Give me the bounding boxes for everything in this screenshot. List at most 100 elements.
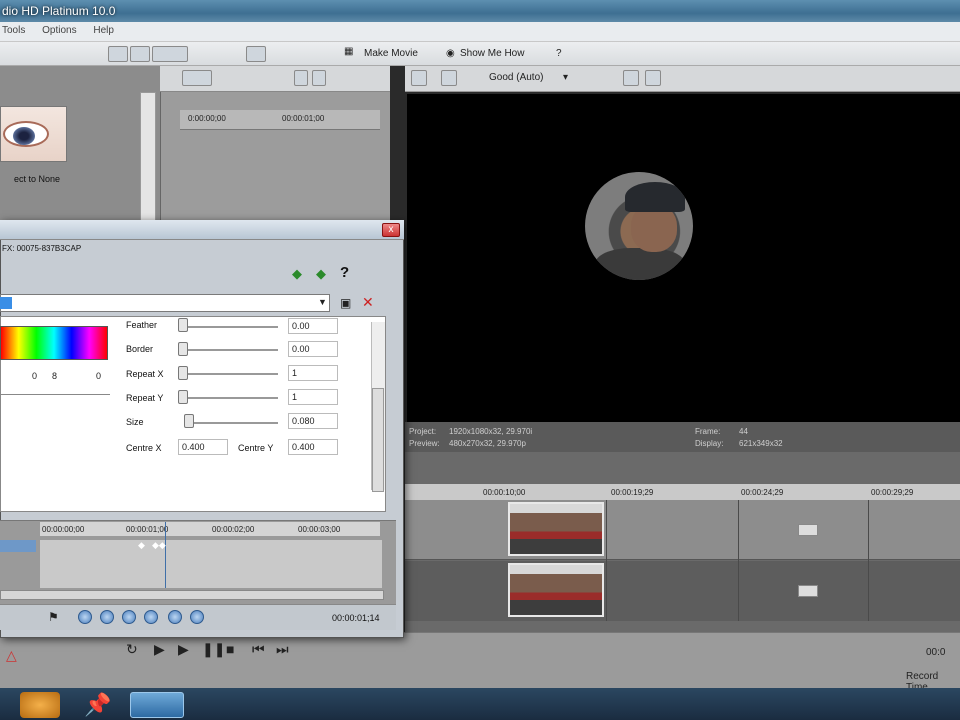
next-keyframe-icon[interactable] (122, 610, 136, 624)
centre-y-value[interactable]: 0.400 (288, 439, 338, 455)
make-movie-icon[interactable]: ▦ (344, 46, 356, 62)
border-value[interactable]: 0.00 (288, 341, 338, 357)
keyframe-track[interactable] (40, 540, 382, 588)
previous-icon[interactable]: ⏮ (252, 641, 265, 658)
delete-keyframe-icon[interactable] (190, 610, 204, 624)
feather-slider-thumb[interactable] (178, 318, 188, 332)
play-from-start-icon[interactable]: ▶ (178, 641, 189, 658)
prev-keyframe-icon[interactable] (100, 610, 114, 624)
show-me-how-icon[interactable]: ◉ (446, 48, 455, 59)
repeat-y-slider[interactable] (184, 397, 278, 399)
color-value-b: 0 (96, 371, 102, 381)
main-toolbar: ▦ Make Movie ◉ Show Me How ? (0, 42, 960, 66)
dialog-help-icon[interactable]: ? (340, 264, 349, 281)
preview-label: Preview: (409, 439, 440, 448)
first-keyframe-icon[interactable] (78, 610, 92, 624)
chevron-down-icon[interactable]: ▾ (563, 72, 568, 83)
window-title: dio HD Platinum 10.0 (2, 4, 116, 18)
keyframe-diamond-icon[interactable]: ◆◆ (152, 540, 166, 551)
preview-toolbar: Good (Auto) ▾ (405, 66, 960, 92)
centre-x-value[interactable]: 0.400 (178, 439, 228, 455)
close-icon[interactable]: x (382, 223, 400, 237)
video-clip[interactable] (508, 563, 604, 617)
color-value-r: 0 (32, 371, 38, 381)
make-movie-button[interactable]: Make Movie (364, 48, 418, 59)
select-tool-icon[interactable] (246, 46, 266, 62)
keyframe-ruler[interactable]: 00:00:00;00 00:00:01;00 00:00:02;00 00:0… (40, 522, 380, 536)
fx-chain-icon[interactable]: ◆ (292, 266, 302, 282)
sync-cursor-icon[interactable]: ⚑ (48, 610, 59, 624)
repeat-x-value[interactable]: 1 (288, 365, 338, 381)
project-label: Project: (409, 427, 437, 436)
timeline-tick-0: 00:00:10;00 (483, 488, 526, 497)
play-icon[interactable]: ▶ (154, 641, 165, 658)
delete-preset-icon[interactable]: ✕ (362, 294, 374, 311)
chevron-down-icon[interactable]: ▼ (318, 297, 327, 307)
size-slider-thumb[interactable] (184, 414, 194, 428)
properties-scrollbar-thumb[interactable] (372, 388, 384, 492)
video-clip[interactable] (508, 502, 604, 556)
save-icon[interactable] (294, 70, 308, 86)
media-thumbnail[interactable] (0, 106, 67, 162)
media-icon[interactable] (130, 46, 150, 62)
menu-tools[interactable]: Tools (2, 25, 25, 36)
video-track-1[interactable] (405, 500, 960, 560)
active-window-icon[interactable] (130, 692, 184, 718)
trimmer-ruler[interactable]: 0:00:00;00 00:00:01;00 (180, 110, 380, 130)
border-slider-thumb[interactable] (178, 342, 188, 356)
repeat-y-slider-thumb[interactable] (178, 390, 188, 404)
save-snapshot-icon[interactable] (645, 70, 661, 86)
border-label: Border (126, 344, 154, 354)
event-marker[interactable] (798, 585, 818, 597)
save-preset-icon[interactable]: ▣ (340, 296, 351, 310)
pin-icon[interactable]: 📌 (84, 692, 124, 718)
keyframe-hscrollbar[interactable] (0, 590, 384, 600)
timeline-tick-3: 00:00:29;29 (871, 488, 914, 497)
timeline-ruler[interactable]: 00:00:10;00 00:00:19;29 00:00:24;29 00:0… (405, 484, 960, 500)
size-value[interactable]: 0.080 (288, 413, 338, 429)
keyframe-cursor[interactable] (165, 522, 166, 588)
preview-circle-mask-image (585, 172, 693, 280)
pause-icon[interactable]: ❚❚ (202, 641, 225, 658)
external-monitor-icon[interactable] (441, 70, 457, 86)
feather-value[interactable]: 0.00 (288, 318, 338, 334)
dialog-titlebar[interactable] (0, 220, 404, 240)
monitor-icon[interactable] (108, 46, 128, 62)
track-divider (606, 500, 607, 621)
event-marker[interactable] (798, 524, 818, 536)
stop-icon[interactable]: ■ (226, 641, 234, 657)
color-slider[interactable] (0, 394, 110, 395)
fx-plugin-icon[interactable]: ◆ (316, 266, 326, 282)
keyframe-diamond-icon[interactable]: ◆ (138, 540, 145, 551)
border-slider[interactable] (184, 349, 278, 351)
color-picker[interactable] (0, 326, 108, 360)
kf-tick-3: 00:00:03;00 (298, 525, 341, 534)
kf-tick-1: 00:00:01;00 (126, 525, 169, 534)
preview-quality-select[interactable]: Good (Auto) (489, 72, 543, 83)
repeat-y-value[interactable]: 1 (288, 389, 338, 405)
repeat-x-slider-thumb[interactable] (178, 366, 188, 380)
preview-settings-icon[interactable] (411, 70, 427, 86)
help-icon[interactable]: ? (556, 48, 562, 59)
zoom-dropdown[interactable] (182, 70, 212, 86)
last-keyframe-icon[interactable] (144, 610, 158, 624)
keyframe-track-label[interactable] (0, 540, 36, 552)
loop-icon[interactable]: ↻ (126, 641, 138, 658)
video-track-2[interactable] (405, 561, 960, 621)
feather-slider[interactable] (184, 326, 278, 328)
menu-options[interactable]: Options (42, 25, 76, 36)
repeat-x-slider[interactable] (184, 373, 278, 375)
snapshot-icon[interactable] (623, 70, 639, 86)
menu-help[interactable]: Help (93, 25, 114, 36)
media-player-icon[interactable] (20, 692, 60, 718)
size-slider[interactable] (184, 422, 278, 424)
add-keyframe-icon[interactable] (168, 610, 182, 624)
preset-dropdown[interactable] (0, 294, 330, 312)
media-scrollbar[interactable] (140, 92, 156, 222)
video-preview[interactable] (407, 94, 960, 422)
repeat-y-label: Repeat Y (126, 393, 164, 403)
tool-group-icon[interactable] (152, 46, 188, 62)
delete-icon[interactable] (312, 70, 326, 86)
show-me-how-button[interactable]: Show Me How (460, 48, 524, 59)
next-icon[interactable]: ⏭ (276, 641, 289, 658)
